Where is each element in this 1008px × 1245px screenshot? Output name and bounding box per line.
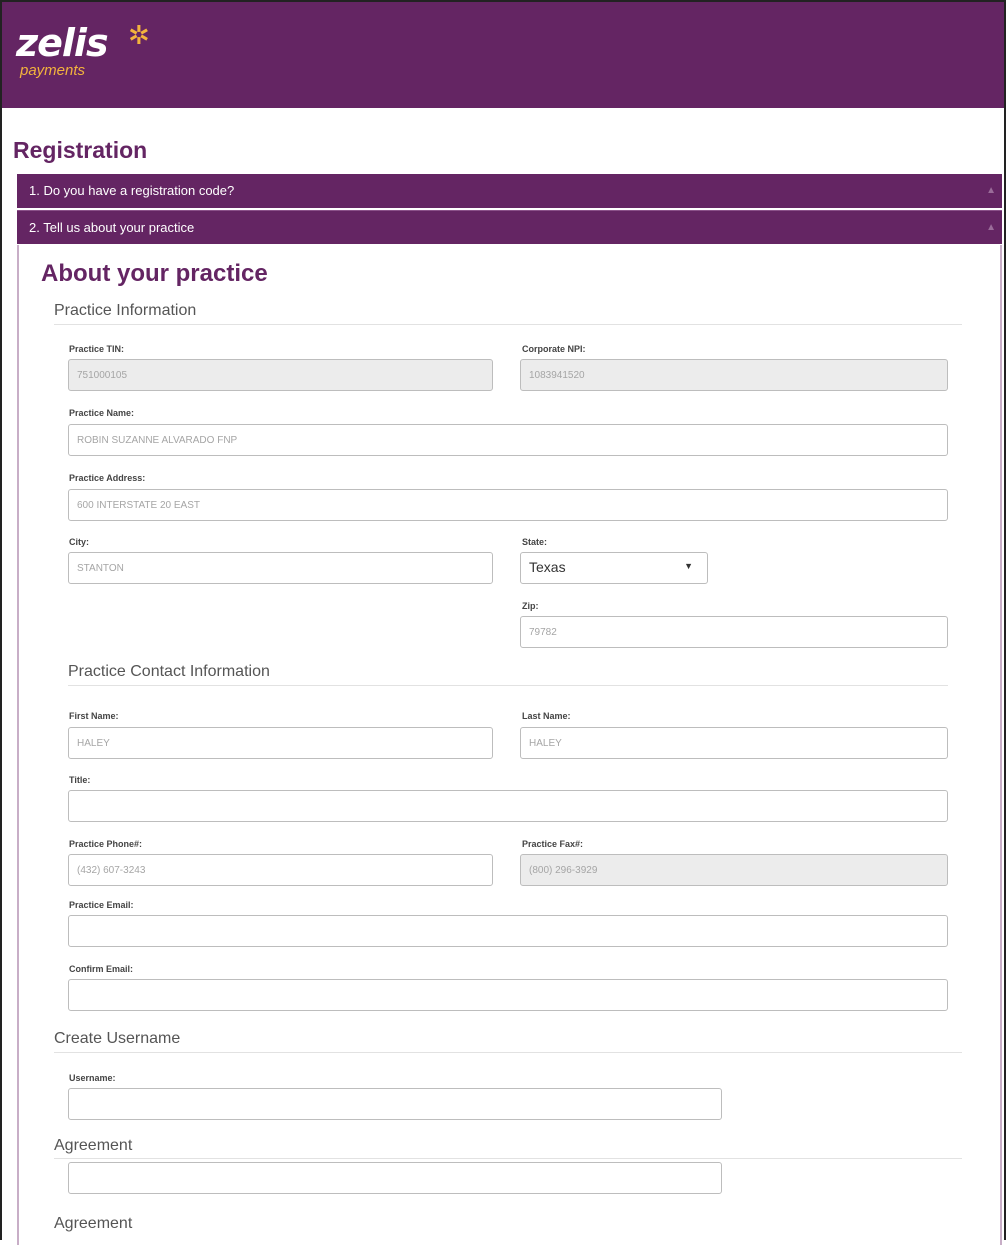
practice-name-label: Practice Name: (69, 408, 135, 418)
confirm-email-input[interactable] (68, 979, 948, 1011)
confirm-email-label: Confirm Email: (69, 964, 134, 974)
practice-fax-label: Practice Fax#: (522, 839, 584, 849)
first-name-label: First Name: (69, 711, 119, 721)
practice-fax-input[interactable] (520, 854, 948, 886)
step-1-label: 1. Do you have a registration code? (29, 183, 235, 198)
section-agreement: Agreement (54, 1137, 133, 1154)
practice-tin-label: Practice TIN: (69, 344, 125, 354)
zelis-logo[interactable]: zelis ✲ payments (16, 21, 150, 79)
state-label: State: (522, 537, 548, 547)
page-title: Registration (13, 137, 148, 163)
title-input[interactable] (68, 790, 948, 822)
form-heading: About your practice (41, 260, 268, 287)
title-label: Title: (69, 775, 91, 785)
step-2-header[interactable]: 2. Tell us about your practice ▲ (17, 210, 1002, 244)
header-bar: zelis ✲ payments (2, 2, 1004, 108)
section-create-username: Create Username (54, 1030, 181, 1047)
divider (54, 1158, 962, 1159)
first-name-input[interactable] (68, 727, 493, 759)
caret-up-icon: ▲ (986, 185, 996, 196)
section-practice-information: Practice Information (54, 302, 197, 319)
logo-star-icon: ✲ (128, 20, 150, 50)
zip-label: Zip: (522, 601, 539, 611)
city-label: City: (69, 537, 89, 547)
divider (54, 324, 962, 325)
section-agreement-2: Agreement (54, 1215, 133, 1232)
city-input[interactable] (68, 552, 493, 584)
username-input[interactable] (68, 1088, 722, 1120)
last-name-input[interactable] (520, 727, 948, 759)
last-name-label: Last Name: (522, 711, 571, 721)
practice-phone-input[interactable] (68, 854, 493, 886)
logo-wordmark: zelis (16, 21, 109, 65)
practice-phone-label: Practice Phone#: (69, 839, 143, 849)
agreement-input[interactable] (68, 1162, 722, 1194)
divider (54, 1052, 962, 1053)
logo-subtitle: payments (20, 62, 86, 79)
practice-tin-input[interactable] (68, 359, 493, 391)
state-select[interactable]: Texas ▼ (520, 552, 708, 584)
divider (68, 685, 948, 686)
corporate-npi-input[interactable] (520, 359, 948, 391)
zip-input[interactable] (520, 616, 948, 648)
practice-name-input[interactable] (68, 424, 948, 456)
caret-down-icon: ▼ (684, 561, 693, 571)
state-selected-value: Texas (529, 559, 566, 575)
practice-email-label: Practice Email: (69, 900, 134, 910)
practice-email-input[interactable] (68, 915, 948, 947)
step-2-label: 2. Tell us about your practice (29, 220, 195, 235)
step-1-header[interactable]: 1. Do you have a registration code? ▲ (17, 174, 1002, 208)
corporate-npi-label: Corporate NPI: (522, 344, 586, 354)
practice-address-input[interactable] (68, 489, 948, 521)
caret-up-icon: ▲ (986, 222, 996, 233)
section-practice-contact: Practice Contact Information (68, 663, 270, 680)
practice-address-label: Practice Address: (69, 473, 146, 483)
username-label: Username: (69, 1073, 116, 1083)
